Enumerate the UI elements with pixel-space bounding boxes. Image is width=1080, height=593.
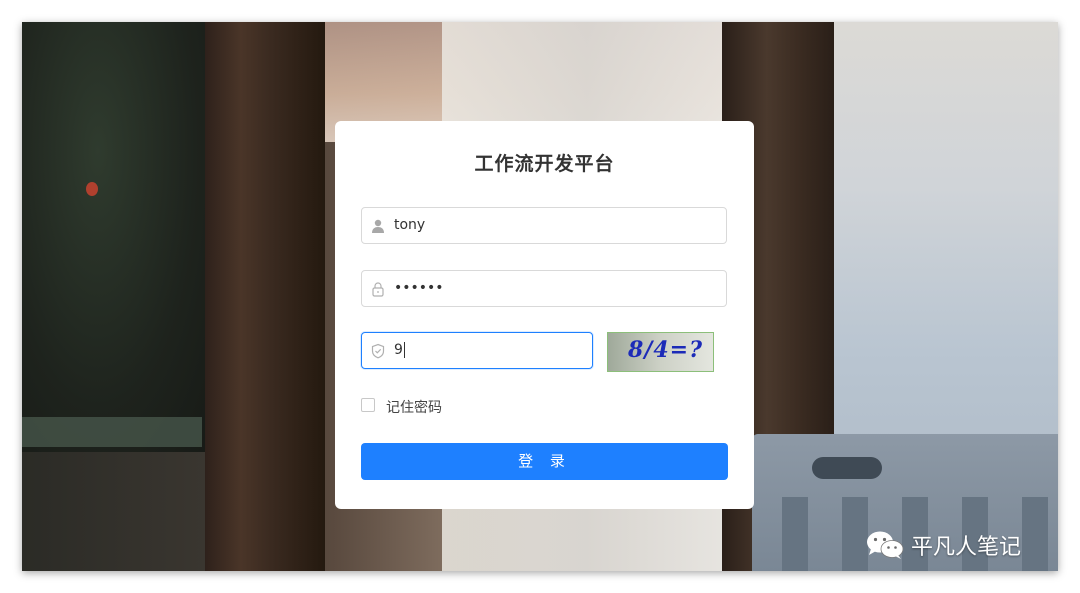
- shield-icon: [370, 343, 386, 359]
- username-value: tony: [394, 217, 426, 233]
- captcha-typed-text: 9: [394, 342, 403, 358]
- page-title: 工作流开发平台: [474, 153, 615, 175]
- bg-lamp: [86, 182, 98, 196]
- bg-wood-post-left: [205, 22, 325, 571]
- text-caret: [403, 342, 405, 358]
- bg-rail: [22, 417, 202, 447]
- bg-chair-slat: [782, 497, 808, 571]
- bg-chair-slat: [1022, 497, 1048, 571]
- username-field[interactable]: tony: [361, 207, 727, 244]
- watermark-text: 平凡人笔记: [911, 535, 1022, 560]
- remember-password-label: 记住密码: [386, 400, 442, 416]
- login-card: 工作流开发平台 tony •••••• 9 8/4=? 记住密码 登 录: [335, 121, 754, 509]
- remember-password-checkbox[interactable]: [361, 398, 375, 412]
- captcha-image-text: 8/4=?: [628, 337, 703, 363]
- watermark: 平凡人笔记: [865, 528, 1021, 562]
- captcha-image[interactable]: 8/4=?: [607, 332, 714, 372]
- captcha-value: 9: [394, 333, 405, 368]
- user-icon: [370, 218, 386, 234]
- captcha-input[interactable]: 9: [361, 332, 593, 369]
- login-button[interactable]: 登 录: [361, 443, 728, 480]
- bg-chair-handle: [812, 457, 882, 479]
- password-value: ••••••: [394, 280, 444, 296]
- bg-trees: [22, 22, 212, 452]
- password-field[interactable]: ••••••: [361, 270, 727, 307]
- lock-icon: [370, 281, 386, 297]
- wechat-icon: [865, 530, 905, 560]
